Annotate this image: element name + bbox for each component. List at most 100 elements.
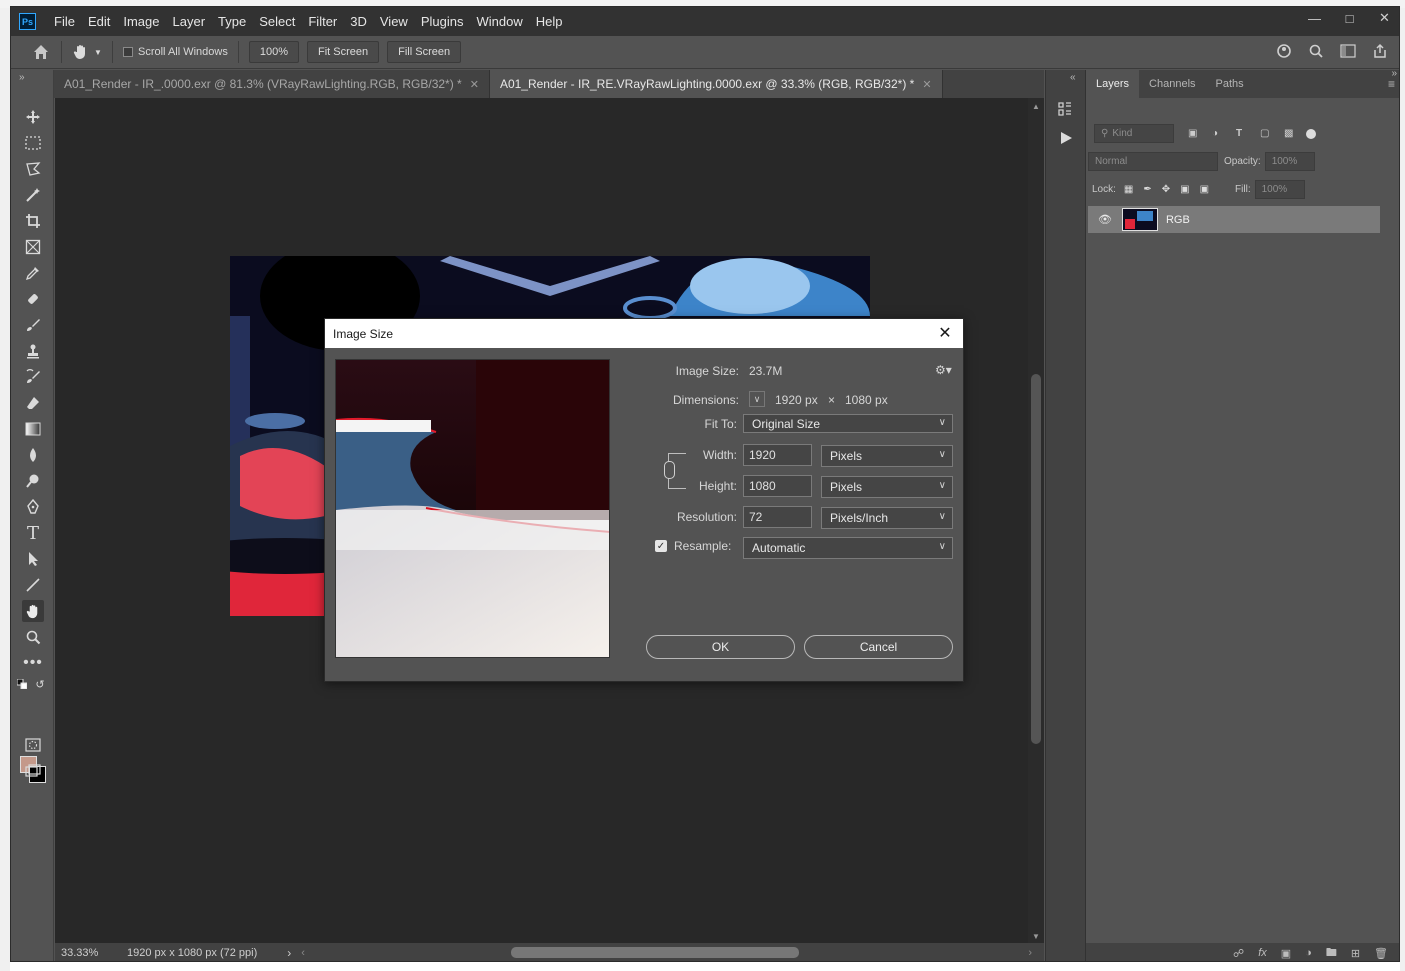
filter-kind-select[interactable]: ⚲ Kind <box>1094 124 1174 143</box>
eraser-tool-icon[interactable] <box>22 392 44 414</box>
line-tool-icon[interactable] <box>22 574 44 596</box>
filter-type-icon[interactable]: T <box>1236 128 1254 139</box>
type-tool-icon[interactable]: T <box>22 522 44 544</box>
learn-icon[interactable] <box>1275 41 1293 61</box>
add-mask-icon[interactable]: ▣ <box>1281 947 1291 960</box>
width-input[interactable]: 1920 <box>743 444 812 466</box>
marquee-tool-icon[interactable] <box>22 132 44 154</box>
image-preview[interactable] <box>335 359 610 658</box>
fit-screen-button[interactable]: Fit Screen <box>307 41 380 63</box>
actions-play-icon[interactable] <box>1058 130 1078 150</box>
tab-paths[interactable]: Paths <box>1206 70 1254 98</box>
swap-colors-icon[interactable]: ↺ <box>34 678 46 691</box>
pen-tool-icon[interactable] <box>22 496 44 518</box>
eye-visibility-icon[interactable]: 👁 <box>1098 213 1112 226</box>
cancel-button[interactable]: Cancel <box>804 635 953 659</box>
new-group-icon[interactable]: 🖿 <box>1326 944 1337 962</box>
history-panel-icon[interactable] <box>1056 100 1076 120</box>
history-brush-tool-icon[interactable] <box>22 366 44 388</box>
new-layer-icon[interactable]: ⊞ <box>1351 947 1360 960</box>
menu-edit[interactable]: Edit <box>82 7 117 36</box>
workspace-icon[interactable] <box>1339 41 1357 61</box>
blend-mode-select[interactable]: Normal <box>1088 152 1218 171</box>
filter-shape-icon[interactable]: ▢ <box>1260 128 1278 139</box>
quick-mask-icon[interactable] <box>22 734 44 756</box>
lock-artboard-icon[interactable]: ▣ <box>1180 184 1189 195</box>
brush-tool-icon[interactable] <box>22 314 44 336</box>
menu-help[interactable]: Help <box>530 7 570 36</box>
menu-filter[interactable]: Filter <box>302 7 344 36</box>
fx-icon[interactable]: fx <box>1258 947 1267 959</box>
resample-checkbox[interactable]: ✓ <box>655 540 667 552</box>
checkbox-box[interactable] <box>123 47 133 57</box>
menu-image[interactable]: Image <box>117 7 166 36</box>
home-icon[interactable] <box>31 42 51 62</box>
filter-pixel-icon[interactable]: ▣ <box>1188 128 1206 139</box>
zoom-100-button[interactable]: 100% <box>248 41 299 63</box>
filter-adjustment-icon[interactable]: ◑ <box>1212 128 1230 139</box>
horizontal-scroll-thumb[interactable] <box>511 947 799 958</box>
lock-position-icon[interactable]: ✥ <box>1162 184 1170 195</box>
settings-gear-icon[interactable]: ⚙▾ <box>935 363 952 377</box>
dimensions-unit-chevron-icon[interactable]: ∨ <box>749 391 765 407</box>
crop-tool-icon[interactable] <box>22 210 44 232</box>
expand-toolbar-icon[interactable]: » <box>19 72 25 83</box>
constrain-proportions-link-icon[interactable] <box>664 461 675 479</box>
hand-tool-icon[interactable] <box>22 600 44 622</box>
delete-layer-icon[interactable]: 🗑 <box>1374 947 1388 960</box>
lock-all-icon[interactable]: ▣ <box>1200 184 1209 195</box>
dodge-tool-icon[interactable] <box>22 470 44 492</box>
panel-menu-icon[interactable]: ≡ <box>1388 77 1395 91</box>
default-colors-icon[interactable] <box>16 678 28 690</box>
zoom-level[interactable]: 33.33% <box>61 947 121 959</box>
lock-transparent-icon[interactable]: ▦ <box>1124 184 1133 195</box>
width-unit-select[interactable]: Pixels ∨ <box>821 445 953 467</box>
resolution-unit-select[interactable]: Pixels/Inch ∨ <box>821 507 953 529</box>
scroll-all-windows-checkbox[interactable]: Scroll All Windows <box>123 46 228 58</box>
tab-layers[interactable]: Layers <box>1086 70 1140 98</box>
menu-select[interactable]: Select <box>253 7 302 36</box>
blur-tool-icon[interactable] <box>22 444 44 466</box>
menu-type[interactable]: Type <box>212 7 253 36</box>
tab-document-1[interactable]: A01_Render - IR_.0000.exr @ 81.3% (VRayR… <box>54 70 490 98</box>
status-menu-chevron-icon[interactable]: › <box>287 946 291 960</box>
vertical-scroll-thumb[interactable] <box>1031 374 1041 744</box>
lasso-tool-icon[interactable] <box>22 158 44 180</box>
vertical-scrollbar[interactable]: ▲ ▼ <box>1028 98 1044 943</box>
link-layers-icon[interactable]: ☍ <box>1233 947 1244 960</box>
opacity-field[interactable]: 100% <box>1264 152 1315 171</box>
more-tools-icon[interactable]: ••• <box>22 652 44 674</box>
height-input[interactable]: 1080 <box>743 475 812 497</box>
hand-tool-preset-picker[interactable]: ▼ <box>72 43 102 61</box>
menu-file[interactable]: File <box>48 7 82 36</box>
scroll-up-icon[interactable]: ▲ <box>1032 102 1040 111</box>
magic-wand-tool-icon[interactable] <box>22 184 44 206</box>
clone-stamp-tool-icon[interactable] <box>22 340 44 362</box>
fill-screen-button[interactable]: Fill Screen <box>387 41 462 63</box>
menu-view[interactable]: View <box>374 7 415 36</box>
close-tab-icon[interactable]: ✕ <box>470 78 479 91</box>
close-window-icon[interactable]: ✕ <box>1370 7 1399 29</box>
screen-mode-icon[interactable] <box>22 760 44 782</box>
lock-image-brush-icon[interactable]: ✒ <box>1143 184 1151 195</box>
resample-select[interactable]: Automatic ∨ <box>743 537 953 559</box>
tab-document-2[interactable]: A01_Render - IR_RE.VRayRawLighting.0000.… <box>489 70 943 98</box>
scroll-left-icon[interactable]: ‹ <box>301 947 305 959</box>
minimize-icon[interactable]: — <box>1300 7 1329 29</box>
maximize-icon[interactable]: □ <box>1335 7 1364 29</box>
resolution-input[interactable]: 72 <box>743 506 812 528</box>
menu-3d[interactable]: 3D <box>344 7 374 36</box>
menu-layer[interactable]: Layer <box>167 7 213 36</box>
eyedropper-tool-icon[interactable] <box>22 262 44 284</box>
fit-to-select[interactable]: Original Size ∨ <box>743 414 953 433</box>
gradient-tool-icon[interactable] <box>22 418 44 440</box>
close-icon[interactable]: ✕ <box>935 323 955 343</box>
move-tool-icon[interactable] <box>22 106 44 128</box>
scroll-right-icon[interactable]: › <box>1028 947 1032 959</box>
height-unit-select[interactable]: Pixels ∨ <box>821 476 953 498</box>
search-icon[interactable] <box>1307 41 1325 61</box>
collapse-panels-icon[interactable]: « <box>1070 72 1076 83</box>
filter-toggle-icon[interactable] <box>1306 128 1316 139</box>
zoom-tool-icon[interactable] <box>22 626 44 648</box>
tab-channels[interactable]: Channels <box>1139 70 1205 98</box>
